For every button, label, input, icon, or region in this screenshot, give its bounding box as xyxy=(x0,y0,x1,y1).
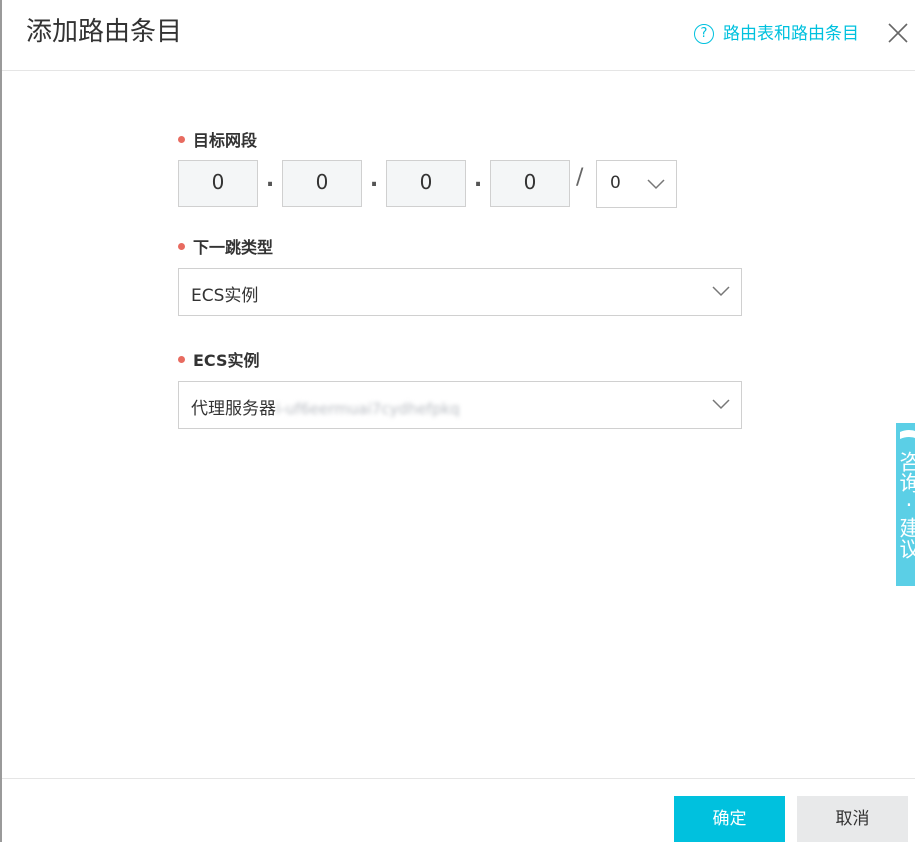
cancel-button[interactable]: 取消 xyxy=(797,796,908,842)
destination-label: 目标网段 xyxy=(178,127,257,151)
ecs-instance-select[interactable]: 代理服务器i-uf6eermuai7cydhefpkq xyxy=(178,381,742,429)
ecs-instance-label: ECS实例 xyxy=(178,347,260,371)
ecs-instance-label-text: ECS实例 xyxy=(193,351,260,370)
help-link[interactable]: ? 路由表和路由条目 xyxy=(694,22,859,46)
next-hop-type-label: 下一跳类型 xyxy=(178,234,273,258)
cidr-slash: / xyxy=(576,165,584,190)
ecs-instance-name: 代理服务器 xyxy=(191,399,276,419)
cidr-octet-1[interactable]: 0 xyxy=(178,160,258,207)
feedback-tab[interactable]: 咨询·建议 xyxy=(896,423,915,586)
destination-label-text: 目标网段 xyxy=(193,131,258,150)
next-hop-type-value: ECS实例 xyxy=(191,286,259,306)
required-dot xyxy=(178,135,185,143)
feedback-tab-label: 咨询·建议 xyxy=(897,451,915,559)
octet-separator: . xyxy=(265,167,275,192)
add-route-entry-dialog: 添加路由条目 ? 路由表和路由条目 目标网段 0 . 0 . 0 . 0 / 0… xyxy=(0,0,915,842)
required-dot xyxy=(178,355,185,363)
question-circle-icon: ? xyxy=(694,24,714,44)
chevron-down-icon xyxy=(712,286,730,297)
cidr-octet-4[interactable]: 0 xyxy=(490,160,570,207)
octet-separator: . xyxy=(369,167,379,192)
close-icon[interactable] xyxy=(887,22,909,44)
next-hop-type-select[interactable]: ECS实例 xyxy=(178,268,742,316)
feedback-icon xyxy=(900,430,915,439)
confirm-button[interactable]: 确定 xyxy=(674,796,785,842)
dialog-title: 添加路由条目 xyxy=(26,17,183,47)
cidr-mask-value: 0 xyxy=(610,173,621,193)
cidr-octet-3[interactable]: 0 xyxy=(386,160,466,207)
octet-separator: . xyxy=(473,167,483,192)
help-link-text[interactable]: 路由表和路由条目 xyxy=(723,22,859,46)
ecs-instance-id: i-uf6eermuai7cydhefpkq xyxy=(276,400,460,418)
cidr-octet-2[interactable]: 0 xyxy=(282,160,362,207)
required-dot xyxy=(178,242,185,250)
cidr-mask-select[interactable]: 0 xyxy=(596,160,677,208)
chevron-down-icon xyxy=(712,399,730,410)
dialog-footer: 确定 取消 xyxy=(2,778,915,842)
chevron-down-icon xyxy=(647,179,665,190)
next-hop-type-label-text: 下一跳类型 xyxy=(193,238,274,257)
ecs-instance-value: 代理服务器i-uf6eermuai7cydhefpkq xyxy=(191,394,460,419)
dialog-header: 添加路由条目 ? 路由表和路由条目 xyxy=(2,0,915,71)
